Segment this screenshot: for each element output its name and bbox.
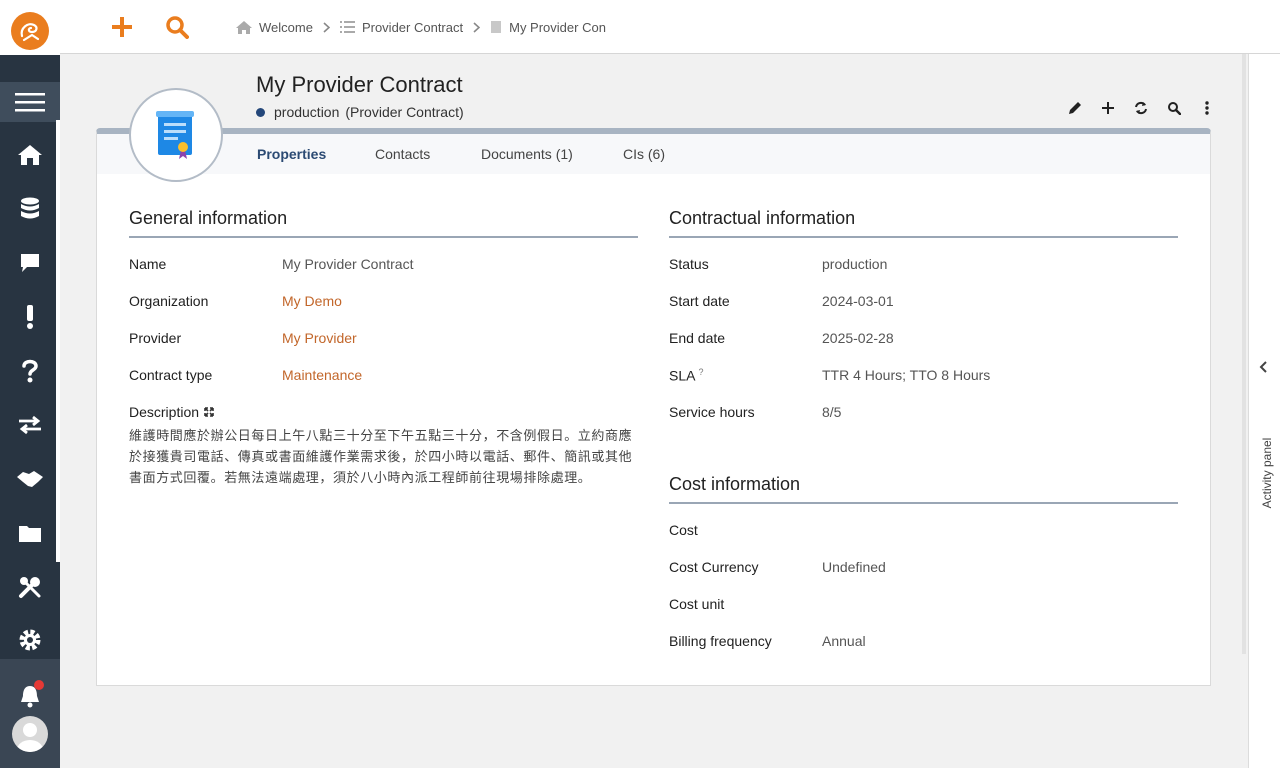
contract-type-label: Contract type	[129, 367, 213, 383]
sidebar	[0, 0, 60, 768]
logo-area	[0, 0, 60, 55]
avatar[interactable]	[12, 716, 48, 752]
provider-label: Provider	[129, 330, 182, 346]
list-icon	[339, 21, 355, 33]
end-date-label: End date	[669, 330, 726, 346]
breadcrumb: Welcome Provider Contract My Provider Co…	[236, 18, 607, 36]
service-hours-value: 8/5	[822, 404, 842, 420]
name-value: My Provider Contract	[282, 256, 414, 272]
breadcrumb-provider-contract[interactable]: Provider Contract	[339, 19, 464, 35]
app-logo-icon[interactable]	[11, 12, 49, 50]
database-icon[interactable]	[0, 182, 60, 236]
more-vertical-icon[interactable]	[1190, 98, 1223, 118]
organization-link[interactable]: My Demo	[282, 293, 342, 309]
help-hint-icon[interactable]: ?	[698, 367, 703, 377]
billing-frequency-value: Annual	[822, 633, 866, 649]
chevron-right-icon	[323, 21, 330, 33]
sla-label-text: SLA	[669, 367, 696, 384]
status-dot-icon	[256, 107, 265, 117]
top-bar: Welcome Provider Contract My Provider Co…	[60, 0, 1280, 54]
status-label: Status	[669, 256, 709, 272]
billing-frequency-label: Billing frequency	[669, 633, 772, 649]
provider-link[interactable]: My Provider	[282, 330, 357, 346]
cost-currency-value: Undefined	[822, 559, 886, 575]
description-text: 維護時間應於辦公日每日上午八點三十分至下午五點三十分，不含例假日。立約商應於接獲…	[129, 429, 633, 486]
service-hours-label: Service hours	[669, 404, 755, 420]
quick-create-icon[interactable]	[107, 12, 137, 42]
question-icon[interactable]	[0, 344, 60, 398]
expand-icon[interactable]	[204, 404, 214, 420]
exchange-icon[interactable]	[0, 398, 60, 452]
sla-label: SLA?	[669, 367, 703, 384]
section-divider	[129, 236, 638, 238]
edit-pencil-icon[interactable]	[1058, 98, 1091, 118]
sla-value: TTR 4 Hours; TTO 8 Hours	[822, 367, 991, 383]
home-icon[interactable]	[0, 128, 60, 182]
section-divider	[669, 502, 1178, 504]
object-actions	[1058, 98, 1223, 118]
activity-panel-label: Activity panel	[1260, 437, 1274, 509]
description-label: Description	[129, 404, 200, 420]
handshake-icon[interactable]	[0, 452, 60, 506]
status-text: production	[274, 104, 340, 120]
search-icon[interactable]	[1157, 98, 1190, 118]
notification-badge	[34, 680, 44, 690]
tab-bar: Properties Contacts Documents (1) CIs (6…	[97, 134, 1210, 174]
tab-documents[interactable]: Documents (1)	[481, 146, 573, 162]
tab-contacts[interactable]: Contacts	[375, 146, 430, 162]
status-value: production	[822, 256, 888, 272]
chevron-left-icon[interactable]	[1259, 360, 1268, 378]
start-date-value: 2024-03-01	[822, 293, 894, 309]
page-scrollbar[interactable]	[1242, 54, 1246, 654]
breadcrumb-label: My Provider Con…	[509, 19, 607, 35]
chevron-right-icon	[473, 21, 481, 33]
name-label: Name	[129, 256, 167, 272]
activity-panel[interactable]: Activity panel	[1248, 54, 1280, 768]
cost-currency-label: Cost Currency	[669, 559, 759, 575]
home-icon	[236, 20, 252, 34]
organization-label: Organization	[129, 293, 209, 309]
sidebar-scrollbar[interactable]	[56, 120, 60, 562]
section-divider	[669, 236, 1178, 238]
breadcrumb-label: Provider Contract	[361, 19, 464, 35]
chat-icon[interactable]	[0, 236, 60, 290]
tab-cis[interactable]: CIs (6)	[623, 146, 665, 162]
breadcrumb-welcome[interactable]: Welcome	[236, 20, 313, 35]
add-plus-icon[interactable]	[1091, 98, 1124, 118]
cost-unit-label: Cost unit	[669, 596, 725, 612]
page-title: My Provider Contract	[256, 72, 463, 97]
start-date-label: Start date	[669, 293, 730, 309]
description-header: Description	[129, 404, 214, 420]
global-search-icon[interactable]	[162, 12, 192, 42]
object-status: production (Provider Contract)	[256, 104, 464, 120]
contract-type-link[interactable]: Maintenance	[282, 367, 362, 383]
cost-label: Cost	[669, 522, 698, 538]
object-class-label: (Provider Contract)	[345, 104, 464, 120]
tab-properties[interactable]: Properties	[257, 146, 326, 162]
breadcrumb-current[interactable]: My Provider Con…	[490, 20, 607, 35]
folder-icon[interactable]	[0, 506, 60, 560]
breadcrumb-label: Welcome	[259, 19, 313, 35]
provider-contract-icon	[129, 88, 223, 182]
contractual-info-heading: Contractual information	[669, 208, 856, 228]
refresh-icon[interactable]	[1124, 98, 1157, 118]
document-icon	[491, 21, 502, 33]
bell-icon[interactable]	[0, 669, 60, 723]
general-info-heading: General information	[129, 208, 288, 228]
cost-info-heading: Cost information	[669, 474, 801, 494]
end-date-value: 2025-02-28	[822, 330, 894, 346]
menu-toggle-icon[interactable]	[0, 82, 60, 122]
tools-icon[interactable]	[0, 560, 60, 614]
exclamation-icon[interactable]	[0, 290, 60, 344]
